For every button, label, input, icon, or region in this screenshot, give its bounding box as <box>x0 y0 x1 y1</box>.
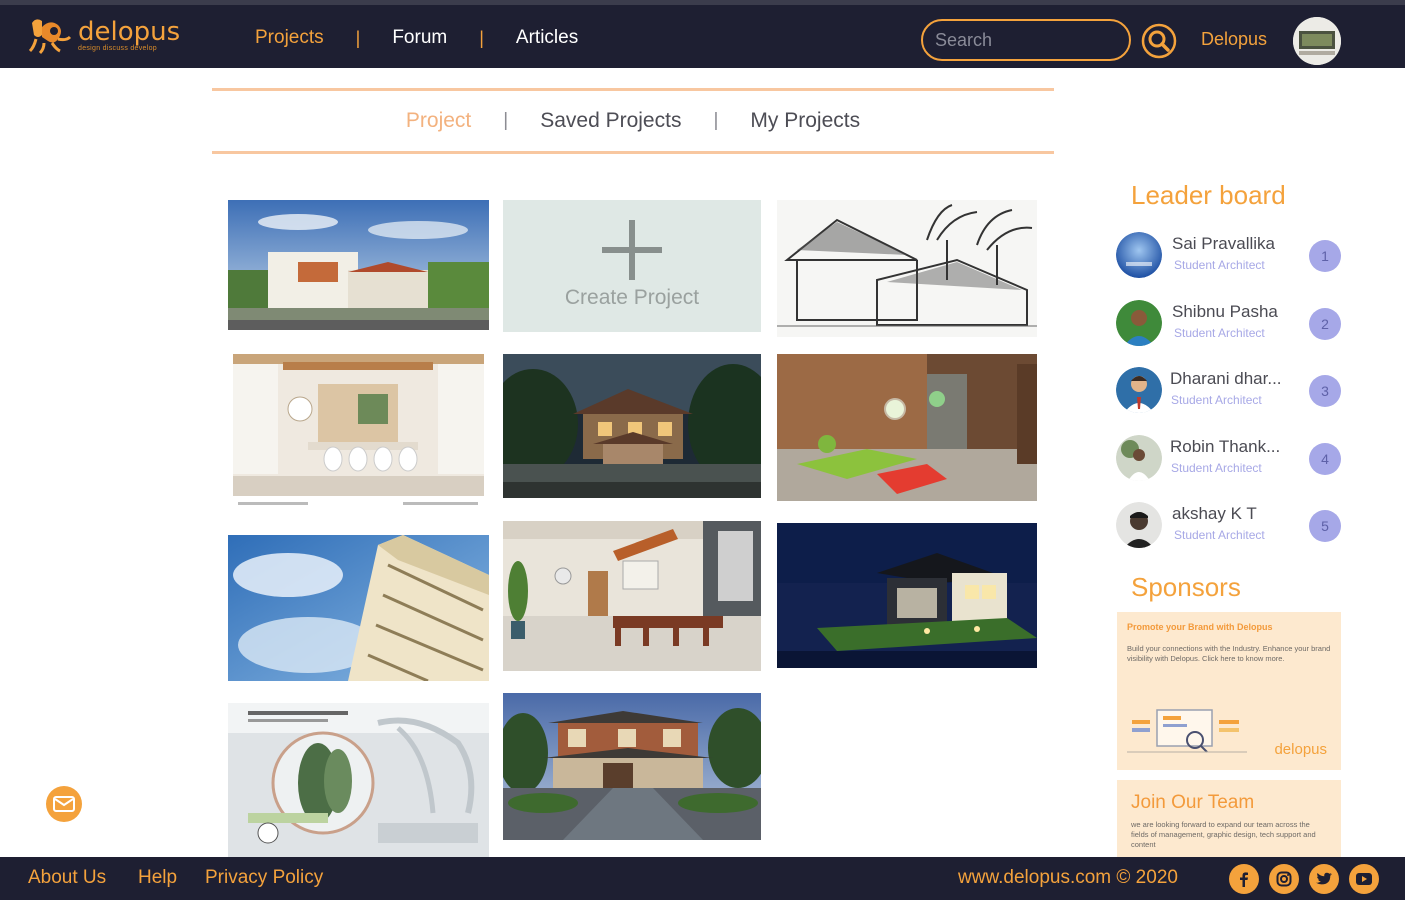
project-card[interactable] <box>503 521 761 671</box>
rank-badge: 5 <box>1309 510 1341 542</box>
project-thumbnail <box>777 354 1037 501</box>
project-thumbnail <box>503 521 761 671</box>
copyright-text: www.delopus.com © 2020 <box>958 867 1178 888</box>
tab-project[interactable]: Project <box>406 109 471 133</box>
project-thumbnail <box>503 354 761 498</box>
facebook-icon <box>1240 872 1248 887</box>
rank-badge: 2 <box>1309 308 1341 340</box>
project-card[interactable] <box>777 354 1037 501</box>
top-navbar: delopus design discuss develop Projects … <box>0 0 1405 68</box>
nav-forum[interactable]: Forum <box>392 27 447 49</box>
project-card[interactable] <box>777 200 1037 337</box>
create-project-card[interactable]: Create Project <box>503 200 761 332</box>
footer: About Us Help Privacy Policy www.delopus… <box>0 857 1405 900</box>
nav-projects[interactable]: Projects <box>255 27 324 49</box>
tab-my-projects[interactable]: My Projects <box>750 109 860 133</box>
project-card[interactable] <box>777 523 1037 668</box>
footer-help-link[interactable]: Help <box>138 867 177 889</box>
main-nav: Projects | Forum | Articles <box>255 27 578 49</box>
nav-separator: | <box>355 27 361 48</box>
leaderboard-role: Student Architect <box>1174 528 1265 542</box>
nav-separator: | <box>479 27 484 48</box>
youtube-icon <box>1356 873 1372 885</box>
sponsor-logo: delopus <box>1274 741 1327 758</box>
join-text: we are looking forward to expand our tea… <box>1131 820 1316 849</box>
leaderboard-name: Robin Thank... <box>1170 437 1281 456</box>
leaderboard-title: Leader board <box>1131 180 1286 210</box>
project-card[interactable] <box>503 693 761 840</box>
join-team-card[interactable]: Join Our Team we are looking forward to … <box>1117 780 1341 858</box>
avatar <box>1116 435 1162 481</box>
leaderboard-item[interactable]: Robin Thank... Student Architect 4 <box>1116 435 1346 485</box>
leaderboard-role: Student Architect <box>1171 393 1262 407</box>
search-input[interactable] <box>921 19 1131 61</box>
leaderboard-name: Shibnu Pasha <box>1172 302 1278 321</box>
avatar-image <box>1293 17 1341 65</box>
project-thumbnail <box>777 200 1037 337</box>
instagram-icon <box>1276 871 1292 887</box>
avatar <box>1116 232 1162 278</box>
sponsor-heading: Promote your Brand with Delopus <box>1127 622 1273 632</box>
footer-privacy-link[interactable]: Privacy Policy <box>205 867 323 889</box>
create-project-label: Create Project <box>564 286 700 309</box>
leaderboard-item[interactable]: Sai Pravallika Student Architect 1 <box>1116 232 1346 282</box>
page: delopus design discuss develop Projects … <box>0 0 1405 900</box>
plus-icon <box>602 220 662 280</box>
rank-badge: 1 <box>1309 240 1341 272</box>
tab-separator: | <box>503 110 509 131</box>
rank-badge: 3 <box>1309 375 1341 407</box>
search-icon[interactable] <box>1141 23 1177 59</box>
sponsor-banner[interactable]: Promote your Brand with Delopus Build yo… <box>1117 612 1341 770</box>
project-thumbnail <box>228 354 489 512</box>
rank-badge: 4 <box>1309 443 1341 475</box>
avatar[interactable] <box>1293 17 1341 65</box>
mail-button[interactable] <box>46 786 82 822</box>
project-card[interactable] <box>228 703 489 857</box>
leaderboard-role: Student Architect <box>1171 461 1262 475</box>
leaderboard-item[interactable]: Shibnu Pasha Student Architect 2 <box>1116 300 1346 350</box>
leaderboard-item[interactable]: Dharani dhar... Student Architect 3 <box>1116 367 1346 417</box>
tab-saved-projects[interactable]: Saved Projects <box>540 109 681 133</box>
avatar <box>1116 502 1162 548</box>
brand-logo[interactable]: delopus design discuss develop <box>28 15 180 55</box>
footer-about-link[interactable]: About Us <box>28 867 106 889</box>
avatar <box>1116 367 1162 413</box>
project-thumbnail <box>777 523 1037 668</box>
brand-name: delopus <box>78 16 181 47</box>
project-card[interactable] <box>228 535 489 681</box>
leaderboard-name: akshay K T <box>1172 504 1257 523</box>
project-thumbnail <box>503 693 761 840</box>
mail-icon <box>53 796 75 812</box>
project-card[interactable] <box>503 354 761 498</box>
promotion-illustration-icon <box>1127 709 1247 753</box>
user-name[interactable]: Delopus <box>1201 29 1267 50</box>
sponsor-text: Build your connections with the Industry… <box>1127 644 1331 663</box>
project-card[interactable] <box>228 200 489 330</box>
instagram-button[interactable] <box>1269 864 1299 894</box>
twitter-button[interactable] <box>1309 864 1339 894</box>
leaderboard-role: Student Architect <box>1174 258 1265 272</box>
nav-articles[interactable]: Articles <box>516 27 578 49</box>
leaderboard-name: Sai Pravallika <box>1172 234 1275 253</box>
sponsors-title: Sponsors <box>1131 572 1241 602</box>
octopus-logo-icon <box>28 19 72 55</box>
twitter-icon <box>1316 872 1332 885</box>
tab-separator: | <box>713 110 719 131</box>
facebook-button[interactable] <box>1229 864 1259 894</box>
youtube-button[interactable] <box>1349 864 1379 894</box>
project-thumbnail <box>228 703 489 857</box>
project-card[interactable] <box>228 354 489 512</box>
project-thumbnail <box>228 200 489 330</box>
leaderboard-role: Student Architect <box>1174 326 1265 340</box>
leaderboard-name: Dharani dhar... <box>1170 369 1282 388</box>
project-subtabs: Project | Saved Projects | My Projects <box>212 88 1054 154</box>
join-title: Join Our Team <box>1131 792 1255 813</box>
avatar <box>1116 300 1162 346</box>
project-thumbnail <box>228 535 489 681</box>
leaderboard-item[interactable]: akshay K T Student Architect 5 <box>1116 502 1346 552</box>
